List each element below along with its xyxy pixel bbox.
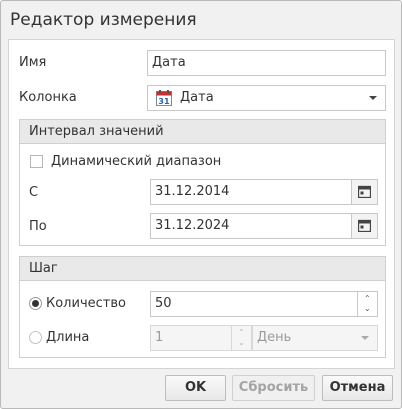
- interval-group: Интервал значений Динамический диапазон …: [19, 119, 386, 246]
- to-date-picker-button[interactable]: [351, 214, 377, 238]
- step-group: Шаг Количество 50 ⌃ ⌄ Длина 1 ⌃ ⌄ День: [19, 256, 386, 358]
- from-label: С: [29, 185, 39, 200]
- chevron-down-icon: [369, 96, 377, 100]
- name-label: Имя: [19, 55, 47, 70]
- name-input-value: Дата: [152, 55, 186, 70]
- column-select-value: Дата: [180, 90, 214, 105]
- from-date-value: 31.12.2014: [155, 184, 230, 199]
- calendar-icon: [358, 219, 371, 232]
- calendar-icon: [358, 185, 371, 198]
- dialog-title: Редактор измерения: [10, 10, 197, 30]
- step-group-header: Шаг: [20, 257, 385, 281]
- length-stepper[interactable]: 1 ⌃ ⌄: [150, 325, 252, 351]
- to-label: По: [29, 219, 47, 234]
- to-date-value: 31.12.2024: [155, 218, 230, 233]
- dynamic-range-label: Динамический диапазон: [51, 154, 222, 169]
- reset-button[interactable]: Сбросить: [232, 375, 315, 401]
- column-select[interactable]: 31 Дата: [147, 85, 386, 111]
- dimension-editor-dialog: Редактор измерения Имя Дата Колонка 31 Д…: [0, 0, 402, 409]
- svg-text:31: 31: [158, 97, 170, 106]
- count-value: 50: [155, 296, 172, 311]
- chevron-up-icon[interactable]: ⌃: [364, 295, 371, 303]
- length-label: Длина: [46, 330, 90, 345]
- dialog-content: Имя Дата Колонка 31 Дата Интервал значен…: [8, 39, 395, 369]
- count-label: Количество: [46, 296, 126, 311]
- count-stepper[interactable]: 50 ⌃ ⌄: [150, 291, 378, 317]
- chevron-down-icon[interactable]: ⌄: [238, 339, 245, 347]
- calendar-icon: 31: [156, 90, 172, 106]
- dynamic-range-checkbox[interactable]: [30, 155, 43, 168]
- chevron-down-icon: [361, 336, 369, 340]
- name-input[interactable]: Дата: [147, 50, 386, 76]
- count-radio[interactable]: [29, 297, 42, 310]
- count-spin-buttons[interactable]: ⌃ ⌄: [357, 292, 377, 316]
- length-unit-value: День: [257, 330, 292, 345]
- length-unit-select[interactable]: День: [252, 325, 378, 351]
- column-label: Колонка: [19, 90, 77, 105]
- interval-group-header: Интервал значений: [20, 120, 385, 144]
- from-date-input[interactable]: 31.12.2014: [150, 179, 378, 205]
- length-value: 1: [155, 330, 164, 345]
- cancel-button[interactable]: Отмена: [322, 375, 393, 401]
- length-spin-buttons[interactable]: ⌃ ⌄: [231, 326, 251, 350]
- chevron-up-icon[interactable]: ⌃: [238, 329, 245, 337]
- ok-button[interactable]: OK: [165, 375, 226, 401]
- length-radio[interactable]: [29, 331, 42, 344]
- chevron-down-icon[interactable]: ⌄: [364, 305, 371, 313]
- from-date-picker-button[interactable]: [351, 180, 377, 204]
- to-date-input[interactable]: 31.12.2024: [150, 213, 378, 239]
